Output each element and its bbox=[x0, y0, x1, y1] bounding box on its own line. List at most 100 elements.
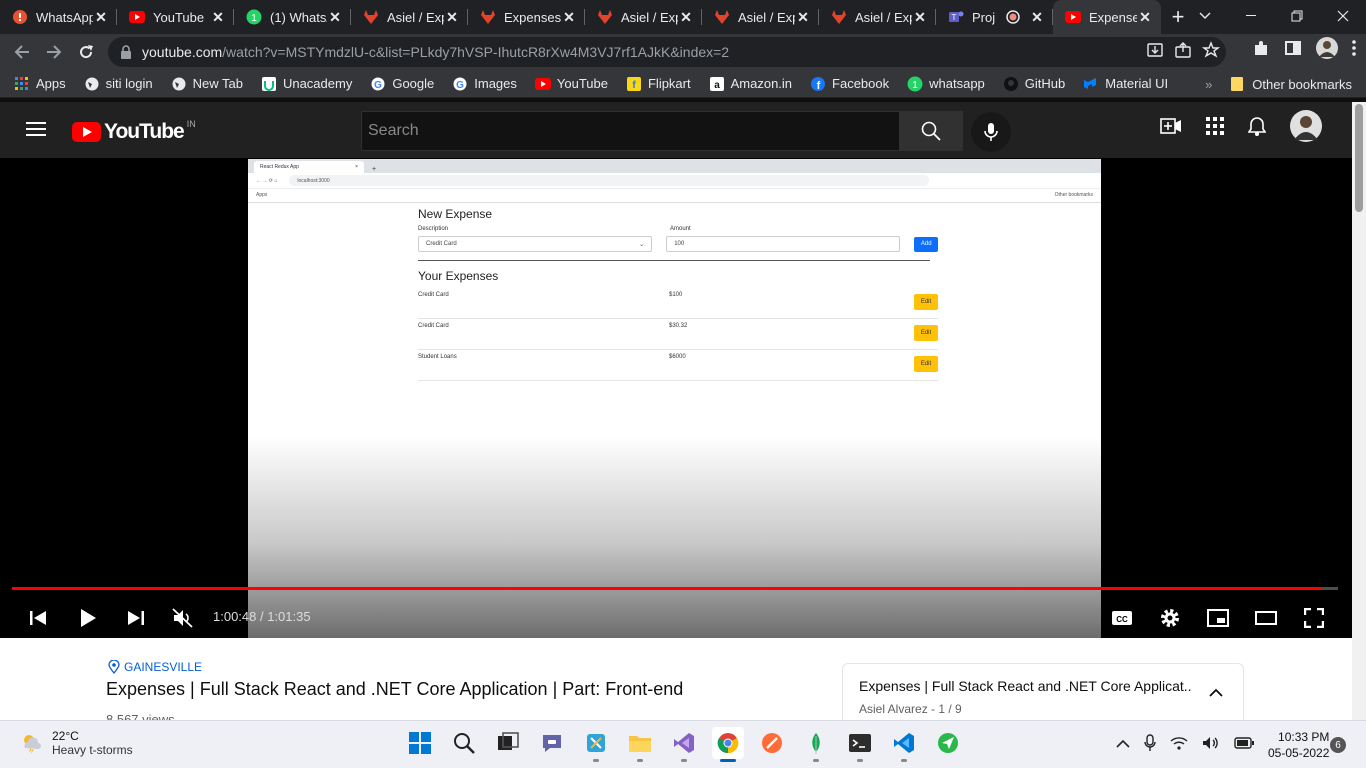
address-bar[interactable]: youtube.com/watch?v=MSTYmdzlU-c&list=PLk… bbox=[108, 37, 1226, 67]
chrome-icon[interactable] bbox=[712, 727, 744, 762]
close-tab-icon[interactable]: ✕ bbox=[678, 9, 694, 25]
mute-icon[interactable] bbox=[167, 602, 199, 634]
youtube-logo[interactable]: YouTube IN bbox=[72, 119, 196, 144]
close-tab-icon[interactable]: ✕ bbox=[327, 9, 343, 25]
bookmark-amazon[interactable]: a Amazon.in bbox=[709, 76, 792, 92]
close-tab-icon[interactable]: ✕ bbox=[561, 9, 577, 25]
chevron-up-icon[interactable] bbox=[1209, 688, 1223, 697]
bookmark-star-icon[interactable] bbox=[1202, 41, 1220, 59]
browser-tab[interactable]: Asiel / Expenses ✕ bbox=[351, 0, 468, 34]
bookmark-material-ui[interactable]: Material UI bbox=[1083, 76, 1168, 92]
back-icon[interactable] bbox=[6, 36, 38, 68]
greenshot-icon[interactable] bbox=[932, 727, 964, 759]
bookmark-youtube[interactable]: YouTube bbox=[534, 76, 608, 92]
voice-search-button[interactable] bbox=[971, 112, 1011, 152]
settings-gear-icon[interactable] bbox=[1154, 602, 1186, 634]
play-icon[interactable] bbox=[72, 602, 104, 634]
terminal-icon[interactable] bbox=[844, 727, 876, 762]
vscode-icon[interactable] bbox=[888, 727, 920, 762]
other-bookmarks[interactable]: Other bookmarks bbox=[1252, 77, 1352, 92]
previous-icon[interactable] bbox=[22, 602, 54, 634]
search-button[interactable] bbox=[899, 111, 963, 151]
page-scrollbar[interactable] bbox=[1352, 102, 1366, 720]
snipping-tool-icon[interactable] bbox=[580, 727, 612, 762]
playlist-panel[interactable]: Expenses | Full Stack React and .NET Cor… bbox=[842, 663, 1244, 721]
bookmarks-bar: Apps siti login New Tab Unacademy G Googl… bbox=[0, 70, 1366, 98]
browser-tab[interactable]: WhatsApp ✕ bbox=[0, 0, 117, 34]
clock[interactable]: 10:33 PM 05-05-2022 bbox=[1268, 729, 1329, 761]
visual-studio-icon[interactable] bbox=[668, 727, 700, 762]
restore-icon[interactable] bbox=[1274, 0, 1320, 32]
browser-tab[interactable]: Asiel / Expenses ✕ bbox=[819, 0, 936, 34]
close-tab-icon[interactable]: ✕ bbox=[93, 9, 109, 25]
tab-search-chevron-icon[interactable] bbox=[1182, 0, 1228, 32]
profile-avatar[interactable] bbox=[1316, 37, 1338, 59]
file-explorer-icon[interactable] bbox=[624, 727, 656, 762]
browser-tab-active[interactable]: Expenses ✕ bbox=[1053, 0, 1161, 34]
video-player[interactable]: React Redux App × + ← → ⟳ ⌂ localhost:300… bbox=[0, 158, 1352, 638]
create-video-icon[interactable] bbox=[1160, 118, 1182, 134]
close-tab-icon[interactable]: ✕ bbox=[912, 9, 928, 25]
video-progress-bar[interactable] bbox=[12, 587, 1338, 590]
install-app-icon[interactable] bbox=[1146, 41, 1164, 59]
theater-mode-icon[interactable] bbox=[1250, 602, 1282, 634]
volume-icon[interactable] bbox=[1202, 736, 1220, 750]
tray-chevron-up-icon[interactable] bbox=[1116, 739, 1130, 748]
bookmark-unacademy[interactable]: Unacademy bbox=[261, 76, 352, 92]
notification-badge[interactable]: 6 bbox=[1330, 737, 1346, 753]
close-tab-icon[interactable]: ✕ bbox=[1137, 9, 1153, 25]
bookmark-facebook[interactable]: f Facebook bbox=[810, 76, 889, 92]
running-indicator bbox=[813, 759, 819, 762]
search-icon[interactable] bbox=[448, 727, 480, 759]
fullscreen-icon[interactable] bbox=[1298, 602, 1330, 634]
scrollbar-thumb[interactable] bbox=[1355, 104, 1363, 212]
weather-widget[interactable]: 22°C Heavy t-storms bbox=[20, 729, 133, 757]
close-tab-icon[interactable]: ✕ bbox=[444, 9, 460, 25]
bookmark-apps[interactable]: Apps bbox=[14, 76, 66, 92]
share-icon[interactable] bbox=[1174, 41, 1192, 59]
browser-tab[interactable]: YouTube ✕ bbox=[117, 0, 234, 34]
bookmark-flipkart[interactable]: f Flipkart bbox=[626, 76, 691, 92]
wifi-icon[interactable] bbox=[1170, 736, 1188, 750]
bookmark-whatsapp[interactable]: 1 whatsapp bbox=[907, 76, 985, 92]
browser-tab[interactable]: 1 (1) WhatsApp ✕ bbox=[234, 0, 351, 34]
miniplayer-icon[interactable] bbox=[1202, 602, 1234, 634]
mongodb-icon[interactable] bbox=[800, 727, 832, 762]
close-tab-icon[interactable]: ✕ bbox=[795, 9, 811, 25]
next-icon[interactable] bbox=[120, 602, 152, 634]
close-tab-icon[interactable]: ✕ bbox=[210, 9, 226, 25]
edit-button: Edit bbox=[914, 325, 938, 341]
start-windows-icon[interactable] bbox=[404, 727, 436, 759]
bookmark-new-tab[interactable]: New Tab bbox=[171, 76, 243, 92]
side-panel-icon[interactable] bbox=[1284, 39, 1302, 57]
battery-icon[interactable] bbox=[1234, 737, 1254, 749]
bookmark-google[interactable]: G Google bbox=[370, 76, 434, 92]
browser-tab[interactable]: T Proj ✕ bbox=[936, 0, 1053, 34]
menu-dots-icon[interactable] bbox=[1352, 40, 1356, 56]
task-view-icon[interactable] bbox=[492, 727, 524, 759]
more-bookmarks-icon[interactable]: » bbox=[1205, 77, 1212, 92]
account-avatar[interactable] bbox=[1290, 110, 1322, 142]
browser-tab[interactable]: Asiel / Expenses ✕ bbox=[702, 0, 819, 34]
location-tag[interactable]: GAINESVILLE bbox=[108, 660, 202, 674]
close-tab-icon[interactable]: ✕ bbox=[1029, 9, 1045, 25]
reload-icon[interactable] bbox=[70, 36, 102, 68]
apps-icon[interactable] bbox=[1206, 117, 1224, 135]
extensions-icon[interactable] bbox=[1252, 39, 1270, 57]
browser-tab[interactable]: Expenses ✕ bbox=[468, 0, 585, 34]
close-window-icon[interactable] bbox=[1320, 0, 1366, 32]
postman-icon[interactable] bbox=[756, 727, 788, 759]
bookmark-github[interactable]: GitHub bbox=[1003, 76, 1065, 92]
hamburger-menu-icon[interactable] bbox=[26, 121, 46, 137]
bookmark-images[interactable]: G Images bbox=[452, 76, 517, 92]
chat-icon[interactable] bbox=[536, 727, 568, 759]
notifications-bell-icon[interactable] bbox=[1248, 116, 1266, 136]
description-select: Credit Card ⌄ bbox=[418, 236, 653, 252]
forward-icon[interactable] bbox=[38, 36, 70, 68]
bookmark-siti-login[interactable]: siti login bbox=[84, 76, 153, 92]
minimize-icon[interactable] bbox=[1228, 0, 1274, 32]
search-input[interactable]: Search bbox=[361, 111, 900, 151]
captions-icon[interactable]: CC bbox=[1106, 602, 1138, 634]
browser-tab[interactable]: Asiel / Expenses ✕ bbox=[585, 0, 702, 34]
tray-mic-icon[interactable] bbox=[1144, 734, 1156, 752]
